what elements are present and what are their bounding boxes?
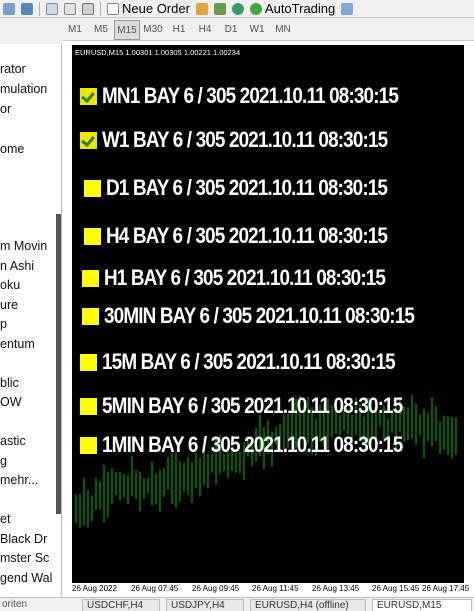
timeframe-m15[interactable]: M15 [114, 19, 140, 40]
check-icon [80, 87, 97, 105]
timeframe-m30[interactable]: M30 [140, 20, 166, 40]
grid-icon[interactable] [82, 2, 94, 15]
signal-row-w1: W1 BAY 6 / 305 2021.10.11 08:30:15 [80, 127, 434, 153]
timeframe-mn[interactable]: MN [270, 20, 296, 40]
nav-item[interactable]: Black Dr [0, 532, 47, 550]
timeframe-h1[interactable]: H1 [166, 20, 192, 40]
time-axis-label: 26 Aug 11:45 [252, 584, 299, 593]
chart-tab[interactable]: USDJPY,H4 [166, 599, 244, 611]
zoom-in-icon[interactable] [21, 2, 33, 15]
price-chart[interactable]: EURUSD,M15 1.00301 1.00305 1.00221 1.002… [72, 45, 464, 583]
timeframe-m1[interactable]: M1 [62, 20, 88, 40]
nav-item[interactable]: entum [0, 337, 35, 355]
nav-item[interactable]: mster Sc [0, 551, 49, 569]
chart-symbol-header: EURUSD,M15 1.00301 1.00305 1.00221 1.002… [75, 48, 241, 57]
nav-item[interactable]: n Ashi [0, 259, 34, 277]
chart-tab-active[interactable]: EURUSD,M15 [372, 599, 472, 611]
signal-text: MN1 BAY 6 / 305 2021.10.11 08:30:15 [102, 83, 399, 108]
signal-text: 1MIN BAY 6 / 305 2021.10.11 08:30:15 [102, 432, 403, 457]
nav-item[interactable]: et [0, 512, 10, 530]
signal-text: 30MIN BAY 6 / 305 2021.10.11 08:30:15 [104, 303, 415, 328]
nav-item[interactable]: g [0, 454, 7, 472]
signal-text: H1 BAY 6 / 305 2021.10.11 08:30:15 [104, 265, 386, 290]
signal-text: W1 BAY 6 / 305 2021.10.11 08:30:15 [102, 127, 388, 152]
experts-icon[interactable] [195, 2, 208, 15]
timeframe-h4[interactable]: H4 [192, 20, 218, 40]
chart-tab-bar: oriten USDCHF,H4 USDJPY,H4 EURUSD,H4 (of… [0, 597, 474, 611]
signal-text: D1 BAY 6 / 305 2021.10.11 08:30:15 [106, 175, 388, 200]
nav-item[interactable]: gend Wal [0, 571, 52, 589]
zoom-out-icon[interactable] [3, 2, 15, 15]
nav-item[interactable]: blic [0, 376, 19, 394]
signal-row-30min: 30MIN BAY 6 / 305 2021.10.11 08:30:15 [82, 303, 464, 329]
favorites-tab-label[interactable]: oriten [2, 599, 27, 610]
yellow-square-icon [80, 397, 97, 415]
autotrading-icon [249, 2, 262, 15]
yellow-square-icon [82, 307, 99, 325]
nav-item[interactable]: p [0, 317, 7, 335]
signals-icon[interactable] [231, 2, 244, 15]
nav-item[interactable]: m Movin [0, 239, 47, 257]
signal-text: 5MIN BAY 6 / 305 2021.10.11 08:30:15 [102, 393, 403, 418]
nav-item[interactable]: mehr... [0, 473, 38, 491]
time-axis-label: 26 Aug 07:45 [131, 584, 179, 593]
time-axis-label: 26 Aug 17:45 [422, 584, 470, 593]
yellow-square-icon [80, 436, 97, 454]
timeframe-toolbar: M1 M5 M15 M30 H1 H4 D1 W1 MN [62, 19, 474, 41]
signal-text: H4 BAY 6 / 305 2021.10.11 08:30:15 [106, 223, 388, 248]
new-order-label: Neue Order [122, 1, 190, 16]
chart-tab[interactable]: USDCHF,H4 [82, 599, 160, 611]
timeframe-m5[interactable]: M5 [88, 20, 114, 40]
nav-item[interactable]: ome [0, 142, 24, 160]
new-order-icon [107, 2, 119, 15]
yellow-square-icon [84, 179, 101, 197]
nav-item[interactable]: astic [0, 434, 26, 452]
nav-item[interactable]: ure [0, 298, 18, 316]
time-axis-label: 26 Aug 13:45 [312, 584, 360, 593]
nav-item[interactable]: mulation [0, 82, 47, 100]
signal-text: 15M BAY 6 / 305 2021.10.11 08:30:15 [102, 349, 396, 374]
nav-item[interactable]: rator [0, 62, 26, 80]
time-axis-label: 26 Aug 15:45 [372, 584, 420, 593]
signal-row-1min: 1MIN BAY 6 / 305 2021.10.11 08:30:15 [80, 432, 451, 458]
signal-row-5min: 5MIN BAY 6 / 305 2021.10.11 08:30:15 [80, 393, 451, 419]
nav-item[interactable]: OW [0, 395, 22, 413]
signal-row-h4: H4 BAY 6 / 305 2021.10.11 08:30:15 [84, 223, 433, 249]
signal-row-15m: 15M BAY 6 / 305 2021.10.11 08:30:15 [80, 349, 443, 375]
timeframe-d1[interactable]: D1 [218, 20, 244, 40]
toolbar-separator [39, 1, 40, 16]
navigator-scrollbar[interactable] [56, 214, 61, 514]
yellow-square-icon [82, 269, 99, 287]
main-toolbar: Neue Order AutoTrading [0, 0, 474, 18]
navigator-panel: rator mulation or ome m Movin n Ashi oku… [0, 44, 62, 597]
autotrading-button[interactable]: AutoTrading [247, 1, 338, 17]
nav-item[interactable]: or [0, 102, 11, 120]
autotrading-label: AutoTrading [264, 1, 336, 16]
chart-tab[interactable]: EURUSD,H4 (offline) [250, 599, 366, 611]
timeframe-w1[interactable]: W1 [244, 20, 270, 40]
chart-shift-icon[interactable] [341, 2, 354, 15]
toolbar-separator [100, 1, 101, 16]
signal-row-h1: H1 BAY 6 / 305 2021.10.11 08:30:15 [82, 265, 431, 291]
time-axis-label: 26 Aug 09:45 [192, 584, 240, 593]
new-order-button[interactable]: Neue Order [104, 1, 193, 17]
signal-row-mn1: MN1 BAY 6 / 305 2021.10.11 08:30:15 [80, 83, 446, 109]
signal-row-d1: D1 BAY 6 / 305 2021.10.11 08:30:15 [84, 175, 433, 201]
yellow-square-icon [80, 353, 97, 371]
check-icon [80, 131, 97, 149]
navigator-icon[interactable] [213, 2, 226, 15]
nav-item[interactable]: oku [0, 278, 20, 296]
tile-windows-icon[interactable] [46, 2, 58, 15]
time-axis-label: 26 Aug 2022 [72, 584, 117, 593]
chart-properties-icon[interactable] [64, 2, 76, 15]
yellow-square-icon [84, 227, 101, 245]
